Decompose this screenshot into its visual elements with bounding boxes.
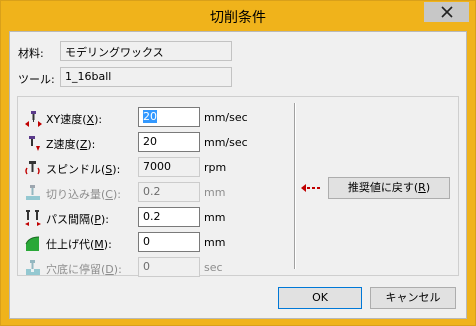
tool-label: ツール:	[18, 73, 55, 86]
param-value-input[interactable]: 20	[138, 107, 200, 127]
param-label: 仕上げ代(M):	[46, 238, 112, 251]
material-label: 材料:	[18, 47, 44, 60]
z-speed-icon	[24, 134, 42, 152]
spindle-icon	[24, 159, 42, 177]
path-interval-icon	[24, 209, 42, 227]
param-value-input: 7000	[138, 157, 200, 177]
param-row: 仕上げ代(M): 0 mm	[18, 232, 278, 254]
cancel-button[interactable]: キャンセル	[370, 287, 456, 309]
param-value-input[interactable]: 20	[138, 132, 200, 152]
param-value-input: 0	[138, 257, 200, 277]
vertical-separator	[294, 103, 296, 269]
recommend-reset-button[interactable]: 推奨値に戻す(R)	[328, 177, 450, 199]
param-value-input[interactable]: 0.2	[138, 207, 200, 227]
ok-button[interactable]: OK	[278, 287, 362, 309]
close-button[interactable]	[424, 2, 469, 22]
title-bar[interactable]: 切削条件	[1, 1, 475, 31]
param-row: 切り込み量(C): 0.2 mm	[18, 182, 278, 204]
dwell-icon	[24, 259, 42, 277]
param-label: 切り込み量(C):	[46, 188, 121, 201]
xy-speed-icon	[24, 109, 42, 127]
param-unit: mm	[204, 211, 226, 224]
tool-field: 1_16ball	[60, 67, 232, 87]
param-row: パス間隔(P): 0.2 mm	[18, 207, 278, 229]
dialog-title: 切削条件	[210, 10, 266, 26]
cut-depth-icon	[24, 184, 42, 202]
param-row: スピンドル(S): 7000 rpm	[18, 157, 278, 179]
param-row: 穴底に停留(D): 0 sec	[18, 257, 278, 279]
param-unit: mm/sec	[204, 111, 248, 124]
params-group: XY速度(X): 20 mm/sec Z速度(Z): 20 mm/sec スピンドル(S):…	[17, 96, 459, 279]
param-label: Z速度(Z):	[46, 138, 96, 151]
param-label: XY速度(X):	[46, 113, 103, 126]
param-unit: sec	[204, 261, 223, 274]
param-label: スピンドル(S):	[46, 163, 121, 176]
param-label: 穴底に停留(D):	[46, 263, 122, 276]
finish-allowance-icon	[24, 234, 42, 252]
param-value-input: 0.2	[138, 182, 200, 202]
param-unit: mm	[204, 186, 226, 199]
close-icon	[440, 6, 453, 18]
param-unit: rpm	[204, 161, 227, 174]
arrow-left-indicator-icon	[301, 184, 320, 192]
dialog-window: 切削条件 材料: モデリングワックス ツール: 1_16ball XY速度(X)…	[0, 0, 476, 326]
material-field: モデリングワックス	[60, 41, 232, 61]
dialog-client: 材料: モデリングワックス ツール: 1_16ball XY速度(X): 20 mm…	[9, 31, 467, 319]
param-row: XY速度(X): 20 mm/sec	[18, 107, 278, 129]
param-row: Z速度(Z): 20 mm/sec	[18, 132, 278, 154]
param-unit: mm/sec	[204, 136, 248, 149]
param-value-input[interactable]: 0	[138, 232, 200, 252]
param-label: パス間隔(P):	[46, 213, 109, 226]
param-unit: mm	[204, 236, 226, 249]
